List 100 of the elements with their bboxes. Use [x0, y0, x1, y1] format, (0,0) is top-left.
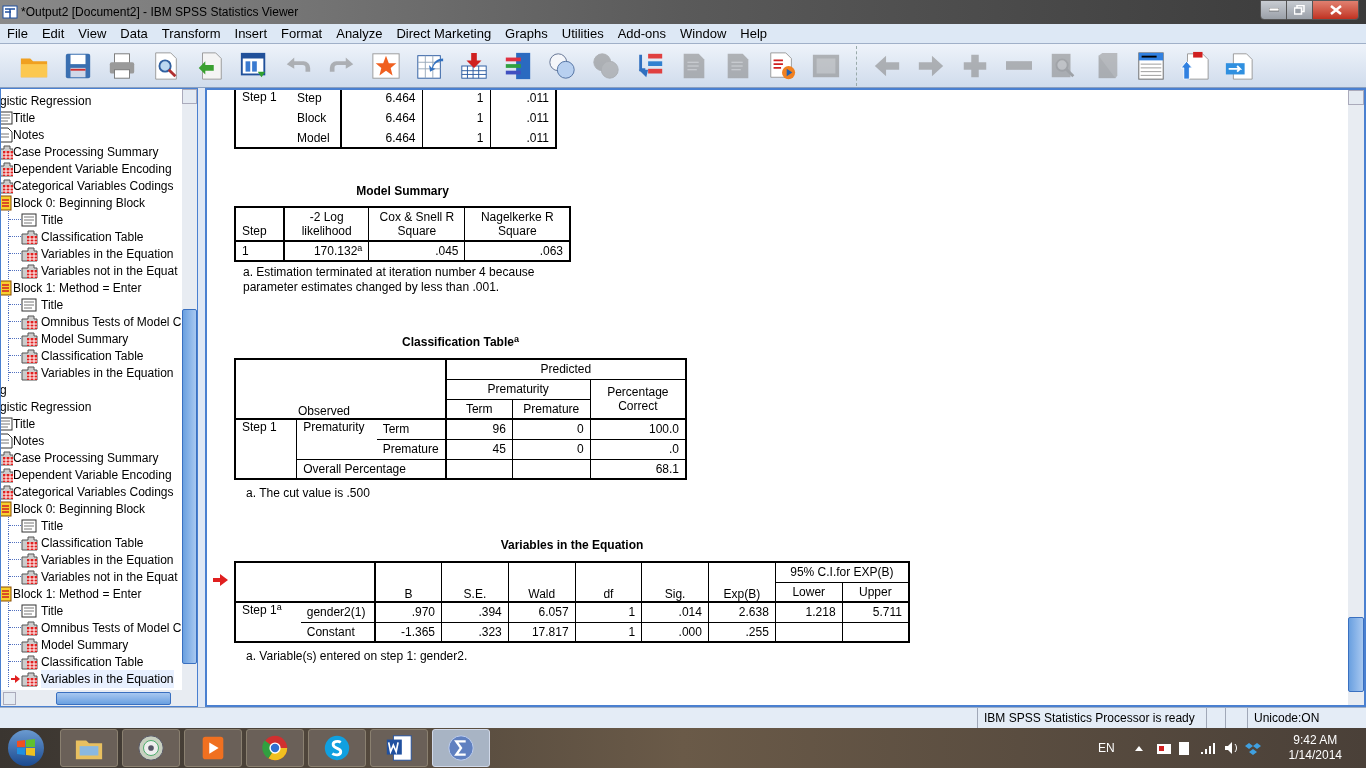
table-cell: 6.464	[341, 128, 422, 148]
menu-item[interactable]: Edit	[34, 23, 72, 44]
outline-item[interactable]: Categorical Variables Codings	[12, 482, 174, 501]
close-button[interactable]	[1313, 0, 1359, 20]
table-cell: .011	[490, 90, 556, 108]
outline-item[interactable]: gistic Regression	[1, 397, 92, 416]
close-icon	[1329, 5, 1342, 15]
start-button[interactable]	[8, 730, 44, 766]
outline-item[interactable]: Variables in the Equation	[41, 550, 174, 569]
clock-time: 9:42 AM	[1293, 733, 1338, 748]
table-cell: 2.638	[708, 602, 776, 622]
menu-item[interactable]: Help	[733, 23, 775, 44]
table-icon	[21, 568, 38, 585]
outline-item[interactable]: Omnibus Tests of Model C	[41, 312, 182, 331]
outline-item[interactable]: Categorical Variables Codings	[12, 176, 174, 195]
taskbar-button[interactable]	[184, 729, 242, 767]
taskbar-button[interactable]	[60, 729, 118, 767]
taskbar-button[interactable]	[308, 729, 366, 767]
vertical-scrollbar[interactable]	[182, 89, 197, 690]
table-cell: 6.464	[341, 90, 422, 108]
outline-item[interactable]: Title	[41, 295, 64, 314]
outline-item[interactable]: Title	[41, 516, 64, 535]
printer-icon	[107, 50, 137, 81]
window-icon	[1136, 50, 1166, 81]
table-cell: .970	[374, 602, 442, 622]
outline-item[interactable]: Classification Table	[41, 227, 144, 246]
menu-item[interactable]: Analyze	[329, 23, 390, 44]
table-cell: 0	[512, 419, 591, 439]
minimize-button[interactable]	[1260, 0, 1287, 20]
outline-item[interactable]: Classification Table	[41, 346, 144, 365]
outline-item[interactable]: Block 1: Method = Enter	[12, 584, 142, 603]
document-icon	[21, 517, 38, 534]
menu-item[interactable]: Window	[673, 23, 734, 44]
outline-item[interactable]: Model Summary	[41, 329, 129, 348]
document-icon	[21, 211, 38, 228]
outline-item[interactable]: Notes	[12, 431, 45, 450]
table-cell: 1	[422, 108, 490, 128]
outline-item[interactable]: Case Processing Summary	[12, 142, 159, 161]
outline-item[interactable]: Dependent Variable Encoding	[12, 159, 172, 178]
caret-icon[interactable]	[1134, 745, 1143, 751]
menu-item[interactable]: Graphs	[498, 23, 555, 44]
outline-item[interactable]: Variables in the Equation	[41, 363, 174, 382]
outline-item[interactable]: Block 0: Beginning Block	[12, 499, 146, 518]
table-down-arrow-icon	[459, 50, 489, 81]
table-cell: .394	[441, 602, 509, 622]
menu-item[interactable]: Utilities	[554, 23, 611, 44]
table-cell: Premature	[376, 439, 446, 459]
horizontal-scrollbar[interactable]	[1, 690, 197, 706]
footnote: a. The cut value is .500	[245, 485, 371, 502]
disc-icon	[136, 733, 166, 763]
outline-item[interactable]: Variables not in the Equat	[41, 567, 178, 586]
outline-item[interactable]: Variables not in the Equat	[41, 261, 178, 280]
language-indicator[interactable]: EN	[1097, 739, 1115, 757]
outline-item[interactable]: Title	[41, 210, 64, 229]
table-cell: .011	[490, 108, 556, 128]
taskbar-button[interactable]	[122, 729, 180, 767]
arrow-icon	[213, 574, 228, 586]
menu-item[interactable]: Direct Marketing	[389, 23, 499, 44]
outline-item[interactable]: Variables in the Equation	[41, 669, 174, 688]
vertical-scrollbar[interactable]	[1348, 90, 1364, 705]
taskbar-button[interactable]	[370, 729, 428, 767]
table-cell: 6.464	[341, 108, 422, 128]
menu-item[interactable]: Transform	[154, 23, 228, 44]
windows-logo-icon	[16, 738, 36, 758]
table-icon	[21, 245, 38, 262]
taskbar-button[interactable]	[246, 729, 304, 767]
outline-item[interactable]: Title	[41, 601, 64, 620]
menu-item[interactable]: File	[0, 23, 35, 44]
outline-item[interactable]: Dependent Variable Encoding	[12, 465, 172, 484]
outline-item[interactable]: Model Summary	[41, 635, 129, 654]
outline-item[interactable]: g	[1, 380, 7, 399]
outline-item[interactable]: gistic Regression	[1, 91, 92, 110]
outline-item[interactable]: Omnibus Tests of Model C	[41, 618, 182, 637]
table-cell: B	[374, 562, 442, 602]
document-icon	[384, 733, 414, 763]
menu-item[interactable]: Format	[274, 23, 330, 44]
outline-item[interactable]: Block 0: Beginning Block	[12, 193, 146, 212]
menu-item[interactable]: View	[71, 23, 114, 44]
table-icon	[21, 364, 38, 381]
outline-item[interactable]: Classification Table	[41, 652, 144, 671]
menu-item[interactable]: Data	[113, 23, 155, 44]
book-icon	[1, 194, 13, 211]
outline-item[interactable]: Title	[12, 108, 36, 127]
chat-icon	[322, 733, 352, 763]
table-icon	[21, 313, 38, 330]
app-icon	[2, 4, 18, 20]
outline-item[interactable]: Notes	[12, 125, 45, 144]
book-icon	[1, 500, 13, 517]
outline-item[interactable]: Classification Table	[41, 533, 144, 552]
document-play-icon	[767, 50, 797, 81]
table-cell: Model	[291, 128, 341, 148]
outline-item[interactable]: Variables in the Equation	[41, 244, 174, 263]
outline-item[interactable]: Title	[12, 414, 36, 433]
table-icon	[21, 653, 38, 670]
menu-item[interactable]: Insert	[227, 23, 275, 44]
table-title: Model Summary	[356, 183, 449, 200]
menu-item[interactable]: Add-ons	[610, 23, 674, 44]
outline-item[interactable]: Block 1: Method = Enter	[12, 278, 142, 297]
maximize-button[interactable]	[1287, 0, 1313, 20]
outline-item[interactable]: Case Processing Summary	[12, 448, 159, 467]
